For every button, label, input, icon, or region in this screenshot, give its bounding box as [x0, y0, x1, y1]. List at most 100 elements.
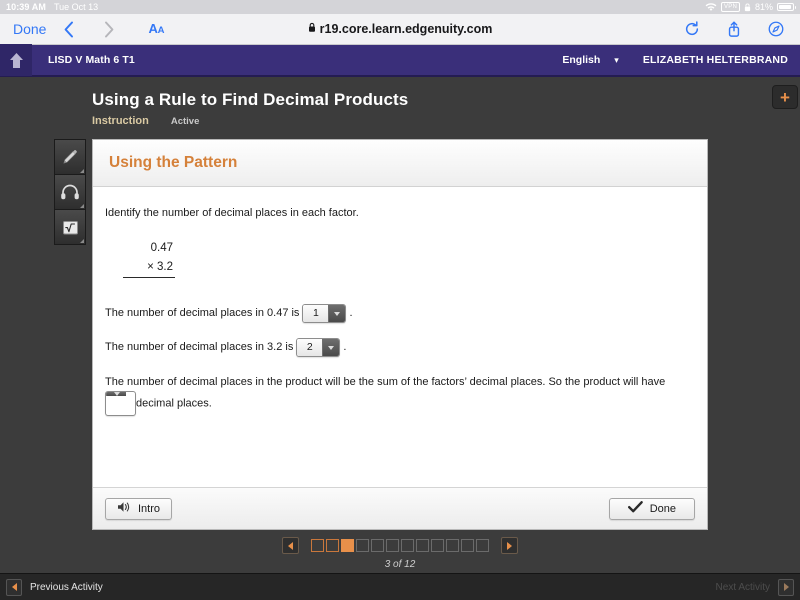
share-icon[interactable] [726, 20, 742, 38]
done-button-label: Done [649, 502, 676, 515]
lock-icon [308, 22, 316, 36]
card-footer: Intro Done [93, 487, 707, 529]
intro-button[interactable]: Intro [105, 497, 173, 520]
header-right: English ▾ ELIZABETH HELTERBRAND [562, 54, 788, 66]
pager-boxes [310, 539, 490, 552]
tab-active[interactable]: Active [171, 116, 200, 127]
vpn-badge: VPN [721, 2, 740, 12]
pager-box-4[interactable] [356, 539, 369, 552]
pager-box-11[interactable] [461, 539, 474, 552]
multiplication-operator: × [147, 260, 154, 273]
pager-box-12[interactable] [476, 539, 489, 552]
dropdown-2-value: 2 [297, 339, 323, 356]
speaker-icon [117, 501, 131, 516]
caret-down-icon[interactable] [106, 392, 126, 397]
next-activity-button [778, 578, 794, 596]
compass-icon[interactable] [768, 20, 784, 38]
caret-down-icon[interactable] [328, 305, 346, 322]
pager-box-2[interactable] [326, 539, 339, 552]
chevron-down-icon[interactable]: ▾ [614, 55, 619, 66]
pager-box-9[interactable] [431, 539, 444, 552]
user-name[interactable]: ELIZABETH HELTERBRAND [643, 54, 788, 66]
reload-icon[interactable] [684, 20, 700, 38]
decimal-places-dropdown-3[interactable] [105, 391, 136, 417]
pager-box-5[interactable] [371, 539, 384, 552]
triangle-right-icon [507, 541, 512, 550]
safari-actions [684, 20, 784, 38]
product-explanation-text: The number of decimal places in the prod… [105, 376, 666, 388]
pager-next-button[interactable] [501, 537, 518, 554]
pager-box-7[interactable] [401, 539, 414, 552]
product-explanation-suffix: decimal places. [136, 397, 212, 410]
triangle-left-icon [11, 583, 17, 591]
decimal-places-dropdown-2[interactable]: 2 [296, 338, 341, 357]
battery-icon [777, 3, 796, 11]
safari-nav-buttons [64, 21, 114, 38]
calculator-icon[interactable] [55, 210, 85, 244]
status-time: 10:39 AM [6, 2, 46, 12]
safari-toolbar: Done AA r19.core.learn.edgenuity.com [0, 14, 800, 45]
intro-button-label: Intro [138, 502, 161, 515]
plus-icon: + [780, 87, 790, 107]
check-icon [627, 501, 643, 516]
status-date: Tue Oct 13 [53, 2, 99, 12]
lock-icon [744, 3, 751, 12]
tab-instruction[interactable]: Instruction [92, 115, 149, 127]
activity-bar: Previous Activity Next Activity [0, 573, 800, 600]
multiplication-problem: 0.47 × 3.2 [123, 240, 175, 278]
safari-done-button[interactable]: Done [13, 21, 46, 37]
pager-box-6[interactable] [386, 539, 399, 552]
previous-activity-button[interactable] [6, 578, 22, 596]
product-explanation: The number of decimal places in the prod… [105, 374, 695, 417]
ipad-safari-screen: 10:39 AM Tue Oct 13 VPN 81% Done AA r19.… [0, 0, 800, 600]
page-title: Using a Rule to Find Decimal Products [92, 90, 409, 109]
next-activity-label: Next Activity [715, 581, 770, 593]
lesson-card: Using the Pattern Identify the number of… [92, 139, 708, 530]
caret-down-icon[interactable] [322, 339, 340, 356]
course-title: LISD V Math 6 T1 [48, 54, 135, 66]
pager-box-1[interactable] [311, 539, 324, 552]
tool-rail [54, 139, 86, 245]
pager-box-3[interactable] [341, 539, 354, 552]
text-size-big: A [148, 21, 158, 36]
card-header: Using the Pattern [93, 140, 707, 187]
add-button[interactable]: + [772, 85, 798, 109]
chevron-left-icon[interactable] [64, 21, 74, 38]
factor-one: 0.47 [150, 241, 173, 254]
question-2-text: The number of decimal places in 3.2 is [105, 341, 294, 354]
question-row-2: The number of decimal places in 3.2 is 2… [105, 338, 695, 357]
triangle-left-icon [288, 541, 293, 550]
previous-activity-label[interactable]: Previous Activity [30, 582, 103, 593]
app-header: LISD V Math 6 T1 English ▾ ELIZABETH HEL… [0, 44, 800, 77]
dropdown-1-value: 1 [303, 305, 329, 322]
pager-box-10[interactable] [446, 539, 459, 552]
activity-bar-right: Next Activity [715, 578, 794, 596]
home-icon[interactable] [0, 44, 32, 76]
address-bar[interactable]: r19.core.learn.edgenuity.com [0, 22, 800, 36]
lesson-tabs: Instruction Active [92, 115, 408, 127]
question-1-text: The number of decimal places in 0.47 is [105, 307, 300, 320]
lesson-heading: Using a Rule to Find Decimal Products In… [92, 90, 408, 127]
text-size-small: A [157, 25, 165, 36]
card-title: Using the Pattern [109, 154, 238, 171]
instruction-text: Identify the number of decimal places in… [105, 207, 359, 219]
triangle-right-icon [783, 583, 789, 591]
factor-two: 3.2 [157, 260, 173, 273]
pencil-icon[interactable] [55, 140, 85, 175]
status-indicators: VPN 81% [705, 2, 796, 12]
question-2-period: . [343, 341, 347, 354]
question-row-1: The number of decimal places in 0.47 is … [105, 304, 695, 323]
pager-label: 3 of 12 [384, 559, 416, 570]
text-size-button[interactable]: AA [148, 20, 164, 38]
decimal-places-dropdown-1[interactable]: 1 [302, 304, 347, 323]
chevron-right-icon [104, 21, 114, 38]
battery-percent: 81% [754, 2, 773, 12]
language-selector[interactable]: English [562, 54, 600, 66]
ios-status-bar: 10:39 AM Tue Oct 13 VPN 81% [0, 0, 800, 14]
headphones-icon[interactable] [55, 175, 85, 210]
question-1-period: . [349, 307, 353, 320]
wifi-icon [705, 2, 717, 12]
pager-prev-button[interactable] [282, 537, 299, 554]
done-button[interactable]: Done [608, 497, 695, 520]
pager-box-8[interactable] [416, 539, 429, 552]
